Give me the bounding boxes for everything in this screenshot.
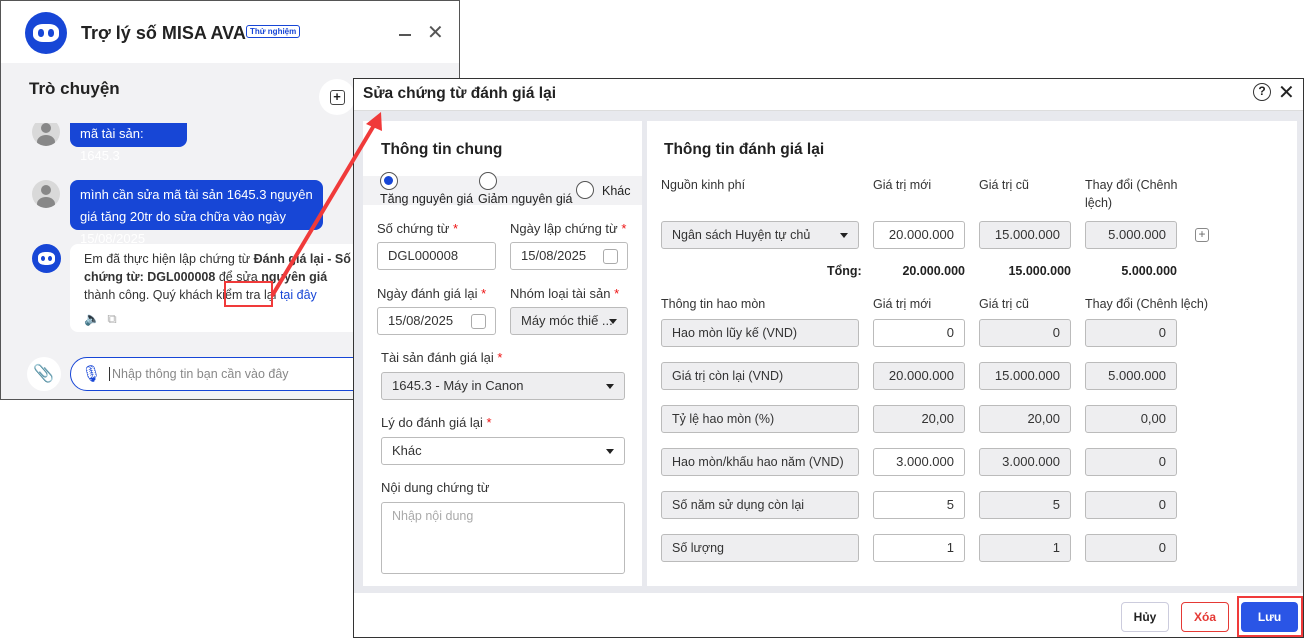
annotation-arrow: [270, 112, 382, 298]
